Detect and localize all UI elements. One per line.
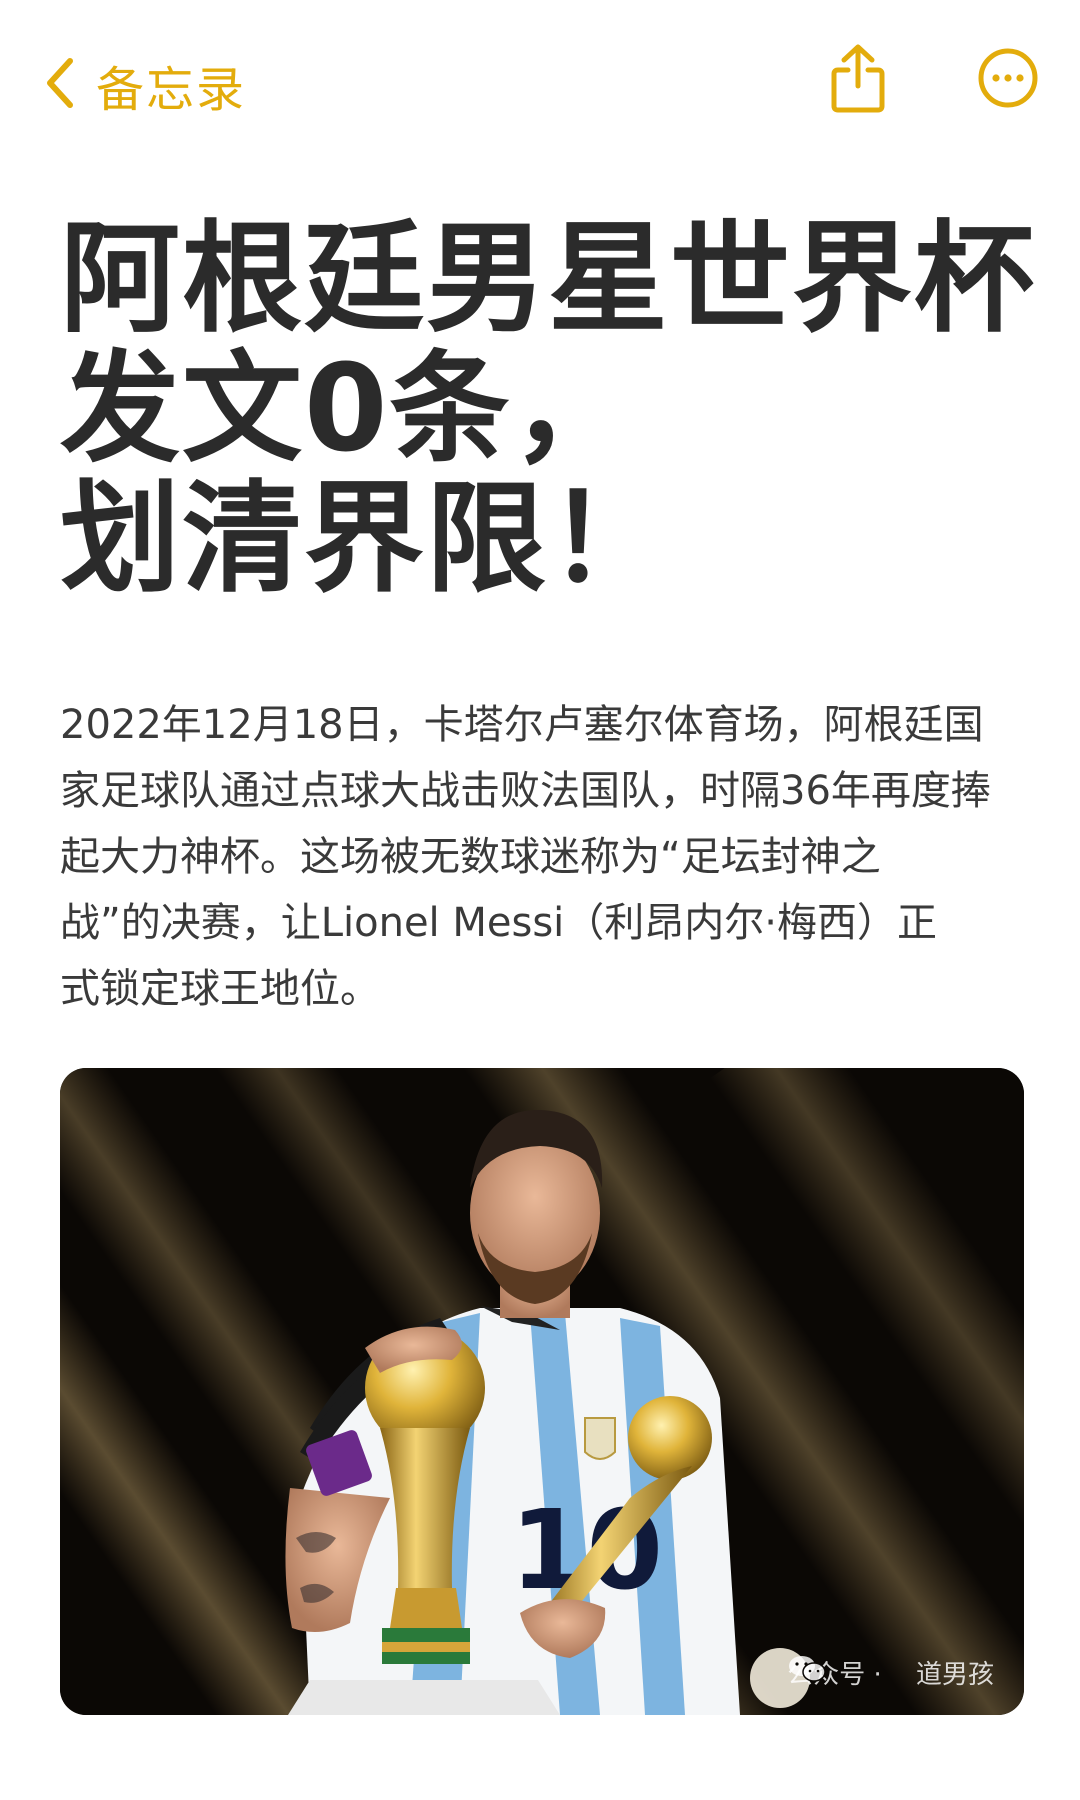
note-body-line: 2022年12月18日，卡塔尔卢塞尔体育场，阿根廷国	[60, 702, 984, 748]
note-title-line: 阿根廷男星世界杯	[60, 210, 1036, 349]
navigation-bar: 备忘录	[0, 0, 1080, 170]
back-button[interactable]: 备忘录	[42, 50, 246, 120]
share-button[interactable]	[822, 40, 894, 120]
note-photo[interactable]: 10 公众号 · 道男孩	[60, 1068, 1024, 1715]
chevron-left-icon	[42, 57, 78, 113]
note-body-line: 家足球队通过点球大战击败法国队，时隔36年再度捧	[60, 768, 991, 814]
note-title-line: 发文0条，	[60, 340, 634, 479]
note-title[interactable]: 阿根廷男星世界杯 发文0条， 划清界限！	[60, 210, 1036, 609]
watermark: 公众号 · 道男孩	[787, 1654, 994, 1691]
more-icon	[977, 47, 1039, 113]
note-title-line: 划清界限！	[60, 470, 670, 609]
note-body-line: 起大力神杯。这场被无数球迷称为“足坛封神之	[60, 834, 881, 880]
note-body[interactable]: 2022年12月18日，卡塔尔卢塞尔体育场，阿根廷国 家足球队通过点球大战击败法…	[60, 692, 1025, 1022]
note-body-line: 战”的决赛，让Lionel Messi（利昂内尔·梅西）正	[60, 900, 938, 946]
share-icon	[828, 42, 888, 118]
photo-illustration: 10	[60, 1068, 1024, 1715]
note-body-line: 式锁定球王地位。	[60, 966, 380, 1012]
more-button[interactable]	[972, 40, 1044, 120]
back-label: 备忘录	[96, 62, 247, 118]
